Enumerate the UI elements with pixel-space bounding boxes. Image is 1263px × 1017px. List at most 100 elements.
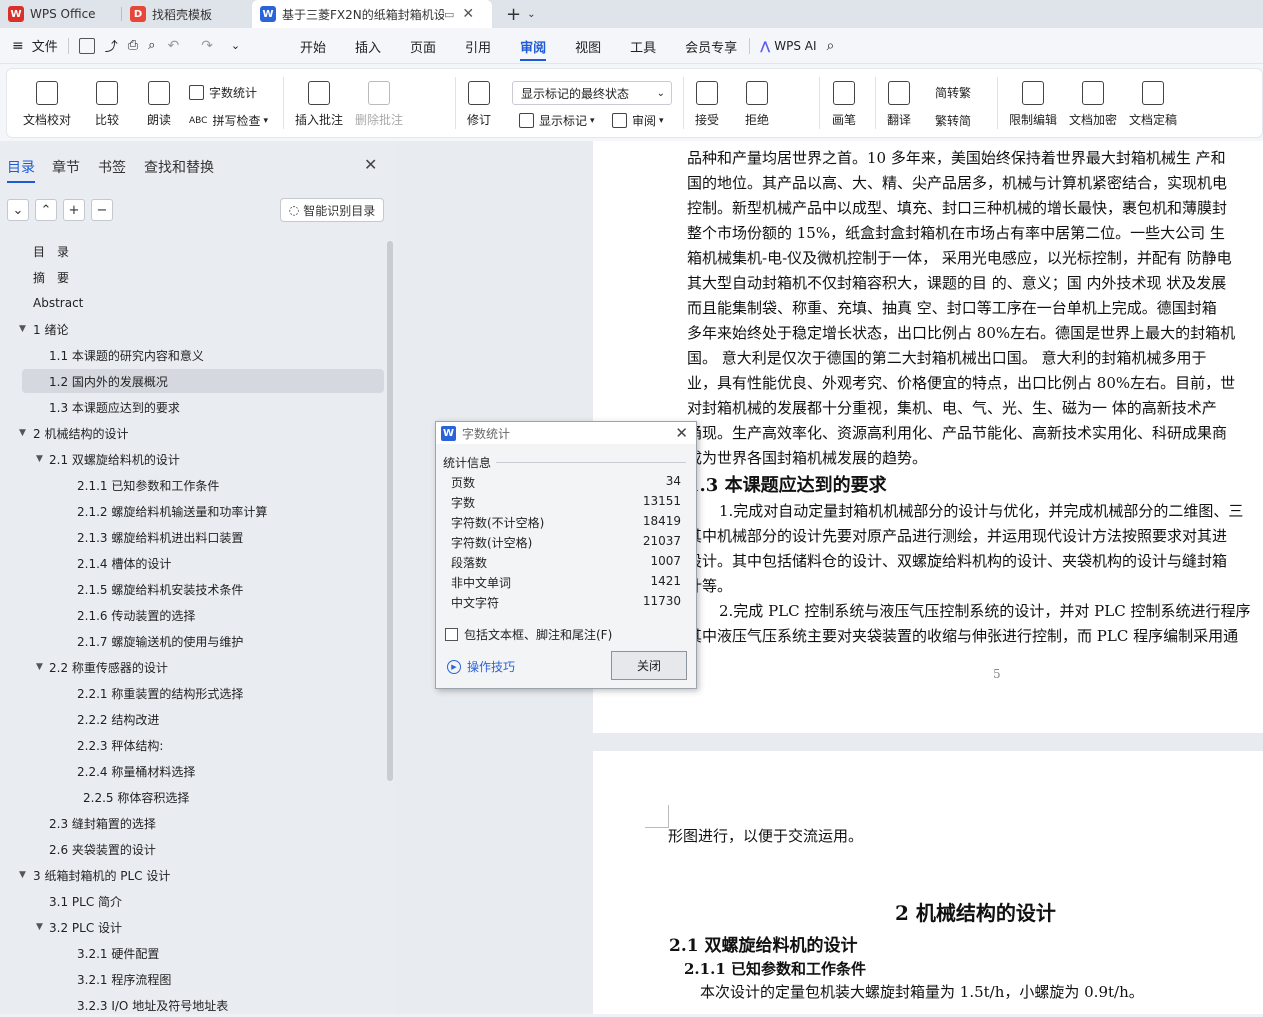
toc-item[interactable]: Abstract bbox=[33, 291, 83, 315]
toc-item[interactable]: 3 纸箱封箱机的 PLC 设计 bbox=[33, 863, 170, 887]
expand-triangle-icon[interactable]: ▼ bbox=[36, 447, 43, 471]
stat-label: 非中文单词 bbox=[451, 576, 512, 590]
close-pane-icon[interactable]: ✕ bbox=[364, 155, 377, 174]
pen-button[interactable]: 画笔 bbox=[832, 81, 856, 128]
print-preview-icon[interactable]: ⌕ bbox=[148, 38, 155, 53]
word-count-button[interactable]: 字数统计 bbox=[189, 84, 257, 101]
include-textbox-checkbox[interactable]: 包括文本框、脚注和尾注(F) bbox=[445, 626, 612, 643]
toc-item[interactable]: 2.1.4 槽体的设计 bbox=[77, 551, 171, 575]
expand-triangle-icon[interactable]: ▼ bbox=[19, 863, 26, 887]
menu-tab-page[interactable]: 页面 bbox=[410, 37, 436, 56]
export-icon[interactable]: ⤴ bbox=[105, 36, 118, 55]
insert-comment-button[interactable]: 插入批注 bbox=[295, 81, 343, 128]
toc-item[interactable]: 2.2.3 秤体结构: bbox=[77, 733, 163, 757]
revise-button[interactable]: 修订 bbox=[467, 81, 491, 128]
dialog-titlebar[interactable]: W 字数统计 ✕ bbox=[436, 422, 696, 444]
toc-item[interactable]: 2 机械结构的设计 bbox=[33, 421, 128, 445]
toc-item[interactable]: 2.1.3 螺旋给料机进出料口装置 bbox=[77, 525, 243, 549]
more-chevron-icon[interactable]: ⌄ bbox=[231, 39, 240, 52]
toc-item[interactable]: 1 绪论 bbox=[33, 317, 68, 341]
toc-scrollbar[interactable] bbox=[387, 241, 393, 781]
new-tab-button[interactable]: + ⌄ bbox=[492, 0, 543, 28]
hamburger-icon[interactable]: ≡ bbox=[12, 38, 24, 54]
toc-item[interactable]: 2.1.5 螺旋给料机安装技术条件 bbox=[77, 577, 243, 601]
redo-icon[interactable]: ↷ bbox=[201, 38, 213, 54]
tips-link[interactable]: ▶ 操作技巧 bbox=[447, 658, 515, 675]
tab-chapters[interactable]: 章节 bbox=[52, 157, 80, 177]
toc-item[interactable]: 2.1.2 螺旋给料机输送量和功率计算 bbox=[77, 499, 267, 523]
translate-button[interactable]: 翻译 bbox=[887, 81, 911, 128]
toc-item[interactable]: 3.2.3 I/O 地址及符号地址表 bbox=[77, 993, 228, 1017]
tab-document[interactable]: W 基于三菱FX2N的纸箱封箱机设 ▭ ✕ bbox=[252, 0, 492, 28]
wps-ai-button[interactable]: WPS AI bbox=[774, 39, 816, 53]
screen-icon[interactable]: ▭ bbox=[444, 8, 454, 21]
toc-item[interactable]: 1.1 本课题的研究内容和意义 bbox=[49, 343, 204, 367]
spell-check-button[interactable]: ABC 拼写检查 ▾ bbox=[189, 112, 268, 129]
toc-item[interactable]: 2.1.6 传动装置的选择 bbox=[77, 603, 195, 627]
toc-item[interactable]: 3.2.1 硬件配置 bbox=[77, 941, 159, 965]
expand-triangle-icon[interactable]: ▼ bbox=[36, 655, 43, 679]
toc-item[interactable]: 3.2 PLC 设计 bbox=[49, 915, 122, 939]
read-aloud-button[interactable]: 朗读 bbox=[147, 81, 171, 128]
add-toc-button[interactable]: + bbox=[63, 199, 85, 221]
print-icon[interactable]: ⎙ bbox=[128, 38, 138, 53]
tab-template[interactable]: D 找稻壳模板 bbox=[122, 0, 252, 28]
toc-item[interactable]: 3.2.1 程序流程图 bbox=[77, 967, 171, 991]
search-icon[interactable]: ⌕ bbox=[827, 38, 835, 54]
show-markup-button[interactable]: 显示标记 ▾ bbox=[519, 112, 595, 129]
expand-up-button[interactable]: ⌃ bbox=[35, 199, 57, 221]
toc-item[interactable]: 2.6 夹袋装置的设计 bbox=[49, 837, 156, 861]
expand-triangle-icon[interactable]: ▼ bbox=[19, 421, 26, 445]
review-pane-button[interactable]: 审阅 ▾ bbox=[612, 112, 664, 129]
doc-check-button[interactable]: 文档校对 bbox=[23, 81, 71, 128]
expand-triangle-icon[interactable]: ▼ bbox=[36, 915, 43, 939]
toc-item[interactable]: 2.1.1 已知参数和工作条件 bbox=[77, 473, 219, 497]
file-menu[interactable]: 文件 bbox=[32, 36, 58, 55]
undo-icon[interactable]: ↶ bbox=[167, 38, 179, 54]
menu-tab-review[interactable]: 审阅 bbox=[520, 37, 547, 61]
toc-item[interactable]: 2.1.7 螺旋输送机的使用与维护 bbox=[77, 629, 243, 653]
finalize-button[interactable]: 文档定稿 bbox=[1129, 81, 1177, 128]
menu-tab-references[interactable]: 引用 bbox=[465, 37, 491, 56]
accept-button[interactable]: 接受 bbox=[695, 81, 719, 128]
expand-triangle-icon[interactable]: ▼ bbox=[19, 317, 26, 341]
toc-item[interactable]: 3.1 PLC 简介 bbox=[49, 889, 122, 913]
to-simplified-button[interactable]: 繁转简 bbox=[935, 112, 971, 129]
to-traditional-button[interactable]: 简转繁 bbox=[935, 84, 971, 101]
save-icon[interactable] bbox=[78, 37, 95, 54]
delete-comment-button[interactable]: 删除批注 bbox=[355, 81, 403, 128]
toc-item[interactable]: 2.2 称重传感器的设计 bbox=[49, 655, 168, 679]
toc-item[interactable]: 1.3 本课题应达到的要求 bbox=[49, 395, 180, 419]
accept-icon bbox=[696, 81, 718, 105]
reject-button[interactable]: 拒绝 bbox=[745, 81, 769, 128]
toc-item[interactable]: 2.2.4 称量桶材料选择 bbox=[77, 759, 195, 783]
toc-item[interactable]: 1.2 国内外的发展概况 bbox=[49, 369, 168, 393]
toc-item[interactable]: 2.1 双螺旋给料机的设计 bbox=[49, 447, 180, 471]
encrypt-button[interactable]: 文档加密 bbox=[1069, 81, 1117, 128]
collapse-all-button[interactable]: ⌄ bbox=[7, 199, 29, 221]
menu-tab-view[interactable]: 视图 bbox=[575, 37, 601, 56]
close-tab-icon[interactable]: ✕ bbox=[462, 6, 474, 22]
toc-item[interactable]: 2.2.1 称重装置的结构形式选择 bbox=[77, 681, 243, 705]
tab-find-replace[interactable]: 查找和替换 bbox=[144, 157, 214, 177]
toc-item[interactable]: 2.2.5 称体容积选择 bbox=[83, 785, 189, 809]
tab-wps-office[interactable]: W WPS Office bbox=[0, 0, 122, 28]
menu-tab-member[interactable]: 会员专享 bbox=[685, 37, 737, 56]
toc-item[interactable]: 摘 要 bbox=[33, 265, 69, 289]
smart-toc-button[interactable]: ◌ 智能识别目录 bbox=[280, 198, 384, 222]
stat-row: 中文字符 11730 bbox=[451, 594, 681, 614]
display-mode-select[interactable]: 显示标记的最终状态 ⌄ bbox=[512, 81, 672, 105]
menu-tab-tools[interactable]: 工具 bbox=[630, 37, 656, 56]
toc-item[interactable]: 2.3 缝封箱置的选择 bbox=[49, 811, 156, 835]
compare-button[interactable]: 比较 bbox=[95, 81, 119, 128]
close-button[interactable]: 关闭 bbox=[611, 651, 687, 680]
menu-tab-insert[interactable]: 插入 bbox=[355, 37, 381, 56]
tab-toc[interactable]: 目录 bbox=[7, 157, 35, 177]
close-icon[interactable]: ✕ bbox=[675, 424, 688, 442]
restrict-edit-button[interactable]: 限制编辑 bbox=[1009, 81, 1057, 128]
menu-tab-home[interactable]: 开始 bbox=[300, 37, 326, 56]
tab-bookmarks[interactable]: 书签 bbox=[98, 157, 126, 177]
toc-item[interactable]: 2.2.2 结构改进 bbox=[77, 707, 159, 731]
toc-item[interactable]: 目 录 bbox=[33, 239, 69, 263]
remove-toc-button[interactable]: − bbox=[91, 199, 113, 221]
